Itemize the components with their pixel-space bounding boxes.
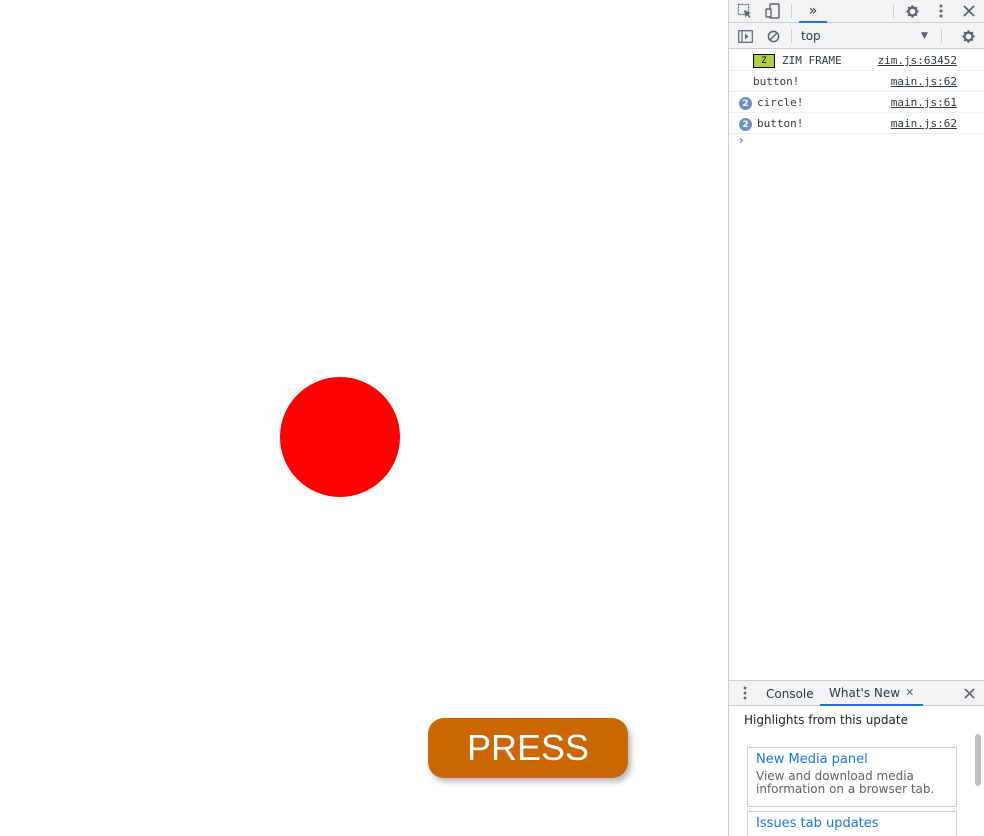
feature-card[interactable]: Issues tab updates [747,811,957,836]
toolbar-separator [791,29,792,43]
settings-icon[interactable] [901,0,923,22]
toolbar-separator [893,4,894,18]
device-toolbar-icon[interactable] [763,0,783,22]
console-prompt[interactable]: › [739,133,744,147]
feature-card-title[interactable]: Issues tab updates [756,816,948,831]
message-text: button! [753,75,800,88]
drawer-close-icon[interactable] [959,682,979,704]
clear-console-icon[interactable] [763,25,783,47]
zim-badge: Z [753,54,775,68]
inspect-element-icon[interactable] [735,0,755,22]
drawer-scrollbar[interactable] [975,734,981,786]
console-message: 2 circle! main.js:61 [729,92,984,113]
more-tabs-icon[interactable]: » [799,0,827,23]
drawer-tab-strip: Console What's New ✕ [729,680,984,706]
toolbar-separator [941,29,942,43]
dropdown-caret-icon: ▼ [921,31,928,41]
message-source-link[interactable]: main.js:62 [891,117,957,130]
repeat-count-badge: 2 [739,97,752,110]
console-settings-icon[interactable] [958,25,978,47]
whats-new-heading: Highlights from this update [744,713,908,727]
feature-card[interactable]: New Media panel View and download media … [747,747,957,807]
canvas-stage: PRESS [0,0,728,836]
message-text: button! [757,117,804,130]
red-circle[interactable] [280,377,400,497]
console-messages: Z ZIM FRAME zim.js:63452 button! main.js… [729,50,984,134]
tab-whats-new-label: What's New [829,685,901,700]
devtools-main-toolbar: » [729,0,984,23]
message-source-link[interactable]: main.js:61 [891,96,957,109]
tab-whats-new[interactable]: What's New ✕ [820,681,924,706]
drawer-menu-icon[interactable] [737,682,753,704]
repeat-count-badge: 2 [739,118,752,131]
console-toolbar: top ▼ [729,23,984,49]
message-source-link[interactable]: main.js:62 [891,75,957,88]
whats-new-panel: Highlights from this update New Media pa… [729,706,984,836]
message-text: ZIM FRAME [782,54,842,67]
message-source-link[interactable]: zim.js:63452 [878,54,957,67]
tab-console[interactable]: Console [766,681,814,706]
console-message: 2 button! main.js:62 [729,113,984,134]
close-icon[interactable] [959,0,979,22]
message-text: circle! [757,96,804,109]
toolbar-separator [791,4,792,18]
context-selector[interactable]: top [797,26,937,46]
feature-card-description: View and download media information on a… [756,769,935,796]
console-message: button! main.js:62 [729,71,984,92]
console-message: Z ZIM FRAME zim.js:63452 [729,50,984,71]
tab-close-icon[interactable]: ✕ [905,686,914,699]
feature-card-title[interactable]: New Media panel [756,752,948,767]
press-button[interactable]: PRESS [428,718,628,778]
sidebar-toggle-icon[interactable] [735,25,755,47]
kebab-menu-icon[interactable] [931,0,951,22]
devtools-panel: » top ▼ Z ZIM FRAME zim.js:63452 button!… [728,0,984,836]
